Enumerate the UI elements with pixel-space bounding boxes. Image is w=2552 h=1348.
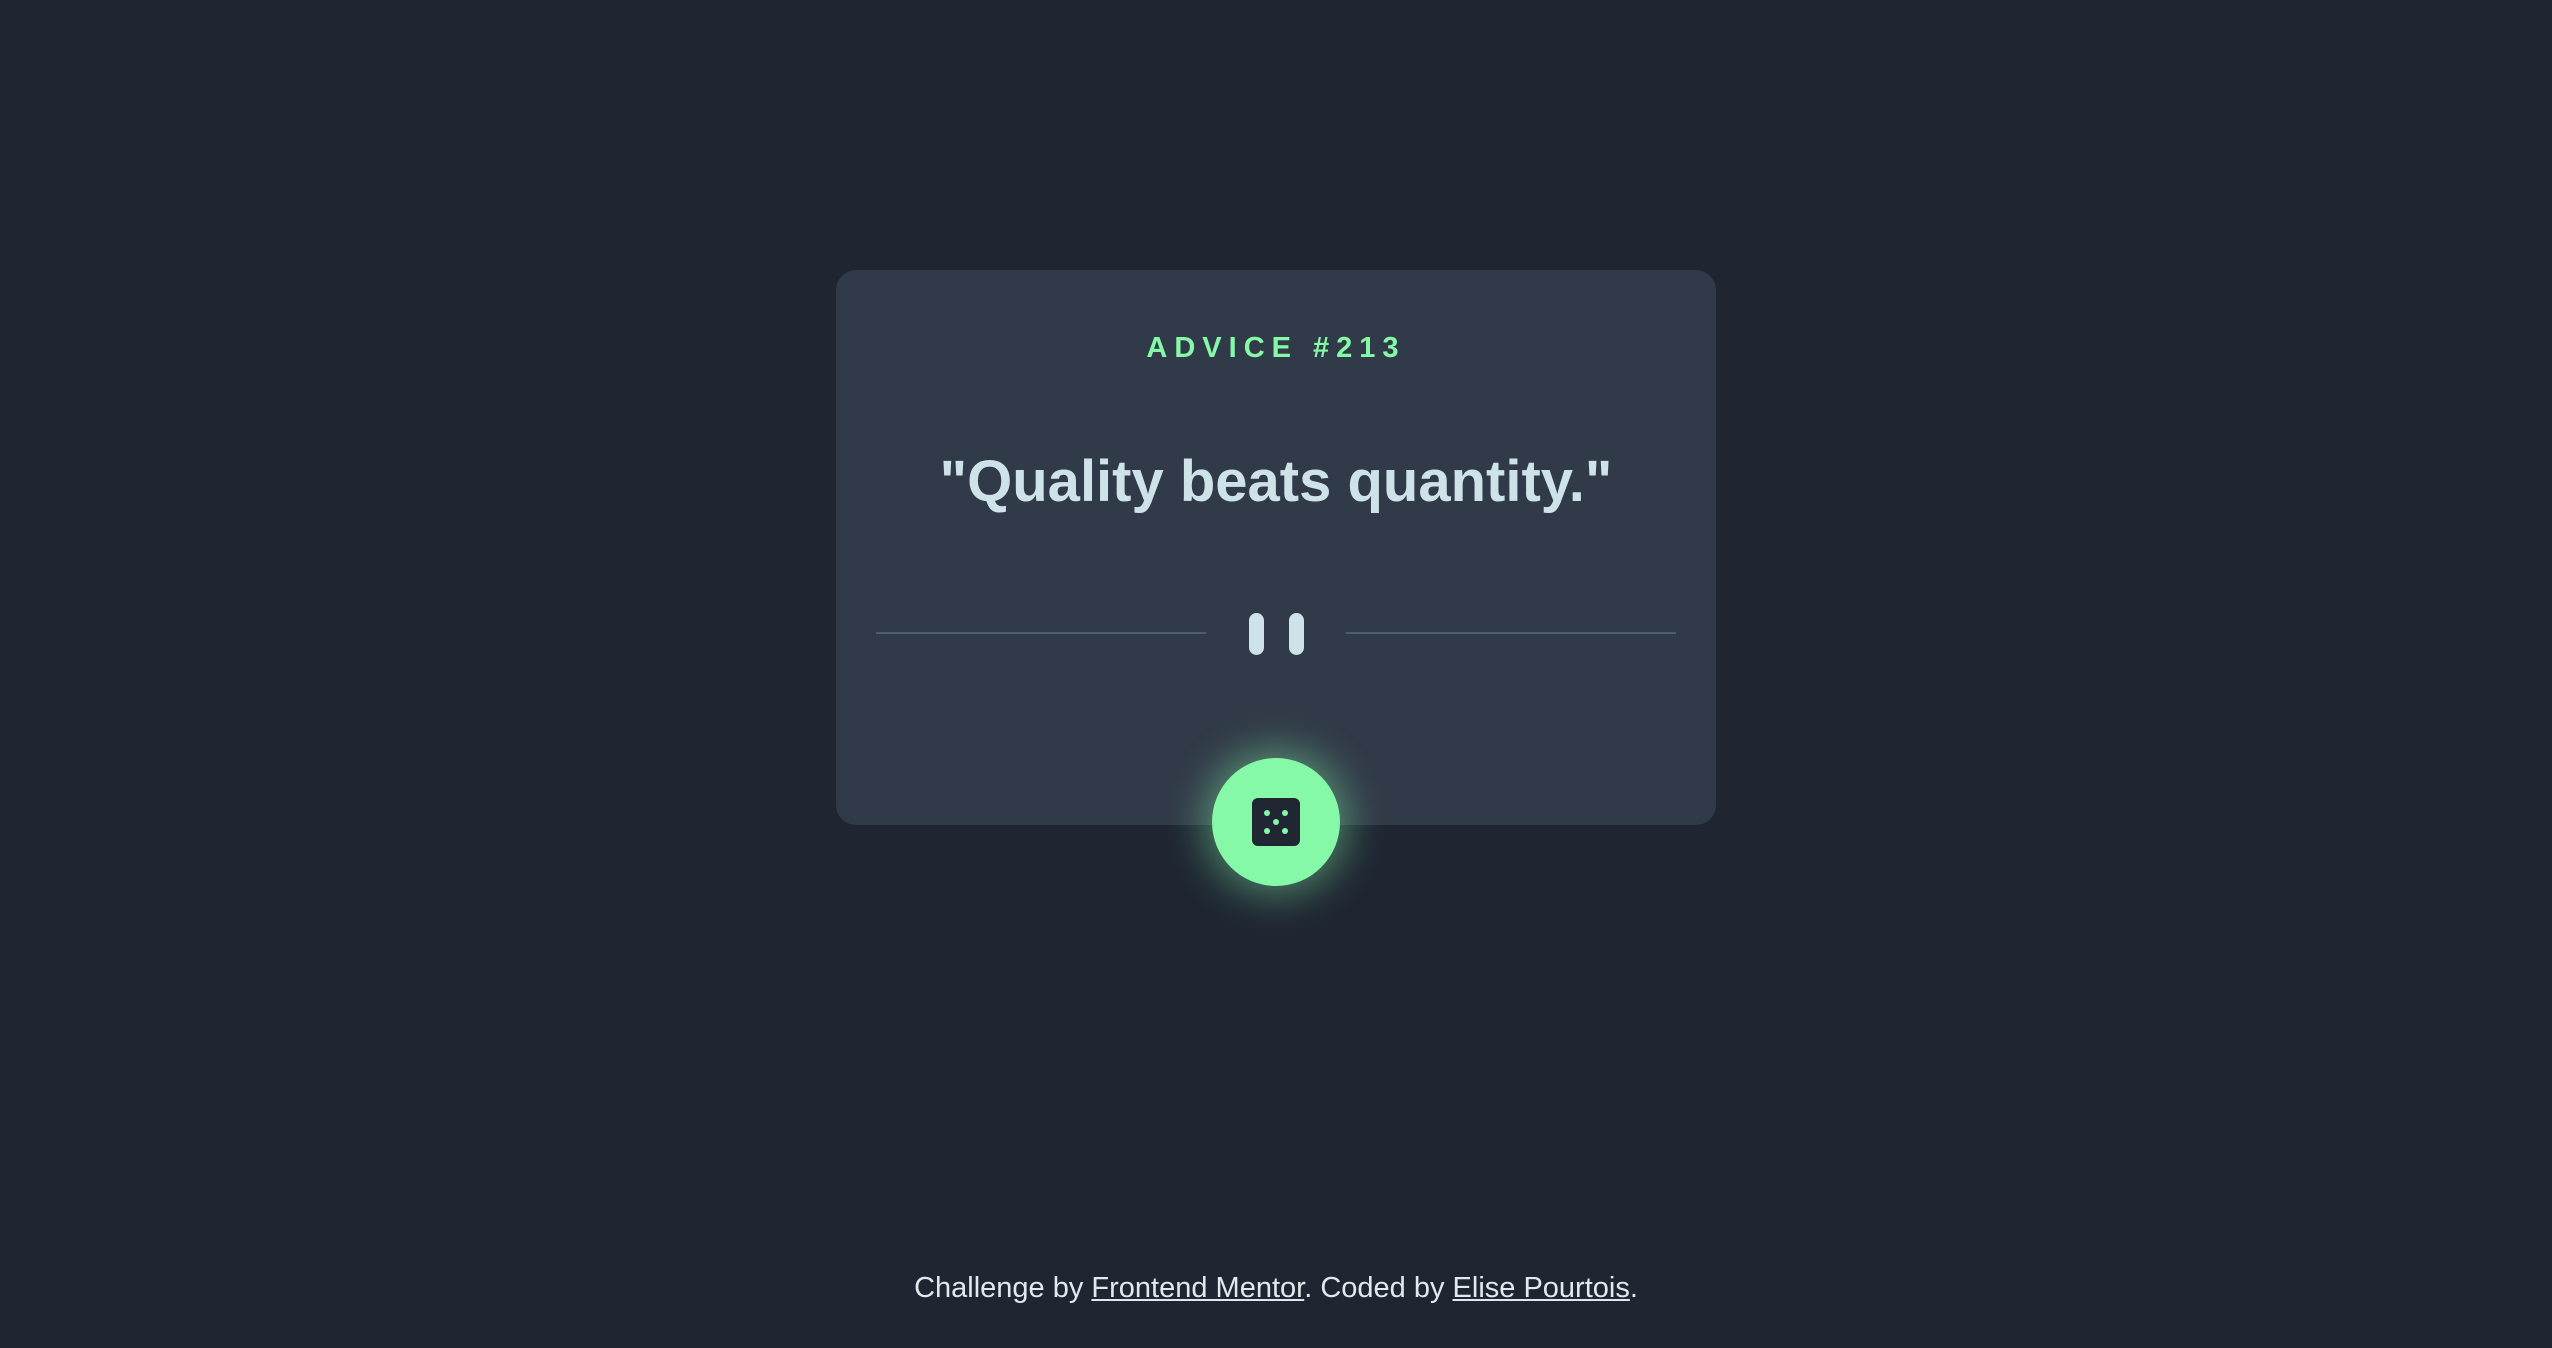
pause-icon xyxy=(1249,613,1304,655)
roll-dice-button[interactable] xyxy=(1212,758,1340,886)
divider-line-left xyxy=(876,632,1206,634)
divider-pause xyxy=(876,613,1676,655)
footer-prefix: Challenge by xyxy=(914,1272,1092,1304)
footer-middle: . Coded by xyxy=(1304,1272,1453,1304)
advice-quote: "Quality beats quantity." xyxy=(939,449,1613,514)
dice-icon xyxy=(1252,798,1300,846)
frontend-mentor-link[interactable]: Frontend Mentor xyxy=(1091,1272,1304,1304)
attribution-footer: Challenge by Frontend Mentor. Coded by E… xyxy=(0,1272,2552,1305)
author-link[interactable]: Elise Pourtois xyxy=(1453,1272,1630,1304)
divider-line-right xyxy=(1346,632,1676,634)
footer-suffix: . xyxy=(1629,1272,1638,1304)
advice-card: ADVICE #213 "Quality beats quantity." xyxy=(836,270,1716,825)
advice-id-label: ADVICE #213 xyxy=(1146,332,1406,364)
